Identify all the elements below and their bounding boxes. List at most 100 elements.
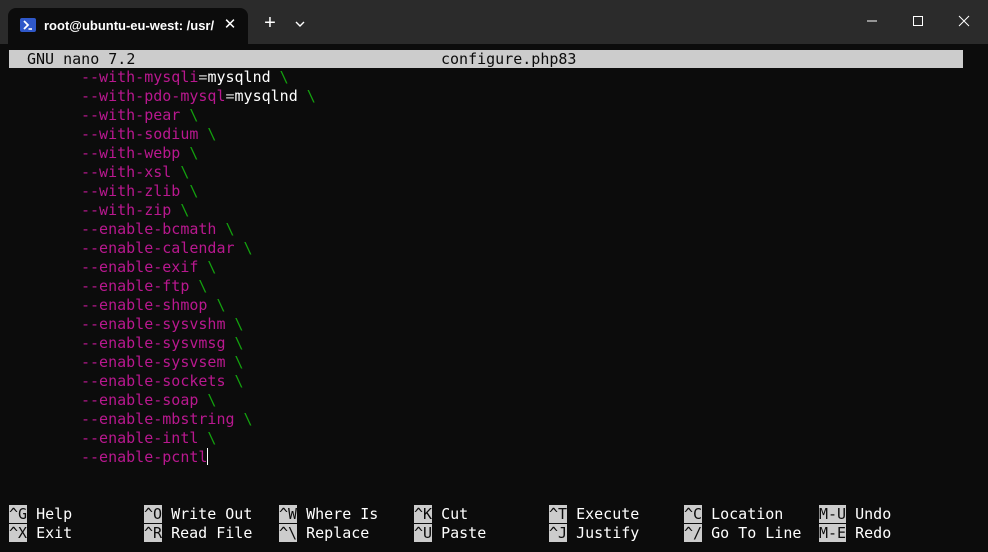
minimize-button[interactable]	[850, 6, 894, 36]
config-option: --enable-sockets	[81, 372, 226, 390]
shortcut-label: Where Is	[306, 505, 379, 523]
code-line[interactable]: --with-zlib \	[81, 182, 198, 201]
shortcut-justify[interactable]: ^J Justify	[549, 524, 639, 543]
config-option: --enable-sysvmsg	[81, 334, 226, 352]
config-option: --enable-intl	[81, 429, 199, 447]
tab-close-icon[interactable]: ✕	[222, 16, 238, 34]
shortcut-exit[interactable]: ^X Exit	[9, 524, 72, 543]
shortcut-key: ^R	[144, 524, 163, 542]
close-button[interactable]	[942, 6, 986, 36]
chevron-down-icon[interactable]	[288, 12, 312, 36]
line-continuation: \	[180, 182, 199, 200]
shortcut-key: ^/	[684, 524, 703, 542]
shortcut-label: Exit	[36, 524, 73, 542]
config-option: --with-xsl	[81, 163, 172, 181]
window-titlebar: root@ubuntu-eu-west: /usr/lo ✕ +	[0, 0, 988, 44]
line-continuation: \	[216, 220, 235, 238]
shortcut-redo[interactable]: M-E Redo	[819, 524, 891, 543]
code-line[interactable]: --enable-soap \	[81, 391, 216, 410]
shortcut-label: Write Out	[171, 505, 253, 523]
code-line[interactable]: --enable-calendar \	[81, 239, 253, 258]
line-continuation: \	[225, 334, 244, 352]
config-option: --with-zlib	[81, 182, 181, 200]
shortcut-where-is[interactable]: ^W Where Is	[279, 505, 378, 524]
maximize-icon	[913, 16, 923, 26]
code-line[interactable]: --enable-exif \	[81, 258, 216, 277]
config-option: --with-pear	[81, 106, 181, 124]
option-value: mysqlnd	[207, 68, 271, 86]
config-option: --enable-soap	[81, 391, 199, 409]
shortcut-key: ^U	[414, 524, 433, 542]
line-continuation: \	[189, 277, 208, 295]
config-option: --enable-shmop	[81, 296, 208, 314]
maximize-button[interactable]	[896, 6, 940, 36]
shortcut-cut[interactable]: ^K Cut	[414, 505, 468, 524]
code-line[interactable]: --with-pdo-mysql=mysqlnd \	[81, 87, 316, 106]
shortcut-key: ^C	[684, 505, 703, 523]
shortcut-key: ^T	[549, 505, 568, 523]
config-option: --with-zip	[81, 201, 172, 219]
line-continuation: \	[198, 391, 217, 409]
line-continuation: \	[198, 429, 217, 447]
line-continuation: \	[297, 87, 316, 105]
shortcut-key: ^W	[279, 505, 298, 523]
code-line[interactable]: --with-webp \	[81, 144, 198, 163]
code-line[interactable]: --enable-pcntl	[81, 448, 209, 467]
equals-sign: =	[225, 87, 235, 105]
code-line[interactable]: --enable-bcmath \	[81, 220, 235, 239]
minimize-icon	[867, 20, 877, 22]
shortcut-location[interactable]: ^C Location	[684, 505, 783, 524]
code-line[interactable]: --enable-mbstring \	[81, 410, 253, 429]
config-option: --enable-mbstring	[81, 410, 235, 428]
code-line[interactable]: --enable-sysvmsg \	[81, 334, 244, 353]
line-continuation: \	[225, 315, 244, 333]
shortcut-key: ^G	[9, 505, 28, 523]
shortcut-execute[interactable]: ^T Execute	[549, 505, 639, 524]
tab-title: root@ubuntu-eu-west: /usr/lo	[44, 18, 214, 33]
shortcut-key: ^X	[9, 524, 28, 542]
code-line[interactable]: --with-pear \	[81, 106, 198, 125]
shortcut-undo[interactable]: M-U Undo	[819, 505, 891, 524]
config-option: --enable-calendar	[81, 239, 235, 257]
config-option: --enable-pcntl	[81, 448, 208, 466]
line-continuation: \	[180, 106, 199, 124]
line-continuation: \	[207, 296, 226, 314]
code-line[interactable]: --with-zip \	[81, 201, 189, 220]
shortcut-label: Read File	[171, 524, 253, 542]
shortcut-help[interactable]: ^G Help	[9, 505, 72, 524]
code-line[interactable]: --enable-shmop \	[81, 296, 226, 315]
shortcut-go-to-line[interactable]: ^/ Go To Line	[684, 524, 801, 543]
config-option: --enable-exif	[81, 258, 199, 276]
config-option: --enable-sysvsem	[81, 353, 226, 371]
code-line[interactable]: --enable-sockets \	[81, 372, 244, 391]
line-continuation: \	[198, 258, 217, 276]
code-line[interactable]: --with-xsl \	[81, 163, 189, 182]
shortcut-write-out[interactable]: ^O Write Out	[144, 505, 252, 524]
shortcut-read-file[interactable]: ^R Read File	[144, 524, 252, 543]
close-icon	[958, 15, 970, 27]
code-line[interactable]: --enable-sysvsem \	[81, 353, 244, 372]
config-option: --with-webp	[81, 144, 181, 162]
code-line[interactable]: --enable-sysvshm \	[81, 315, 244, 334]
line-continuation: \	[171, 201, 190, 219]
shortcut-label: Justify	[576, 524, 640, 542]
shortcut-label: Go To Line	[711, 524, 802, 542]
option-value: mysqlnd	[234, 87, 298, 105]
terminal-tab[interactable]: root@ubuntu-eu-west: /usr/lo ✕	[8, 8, 248, 44]
shortcut-key: M-E	[819, 524, 847, 542]
shortcut-label: Cut	[441, 505, 469, 523]
shortcut-label: Execute	[576, 505, 640, 523]
shortcut-key: ^O	[144, 505, 163, 523]
line-continuation: \	[234, 410, 253, 428]
config-option: --enable-sysvshm	[81, 315, 226, 333]
code-line[interactable]: --enable-ftp \	[81, 277, 207, 296]
shortcut-label: Replace	[306, 524, 370, 542]
code-line[interactable]: --with-sodium \	[81, 125, 216, 144]
shortcut-paste[interactable]: ^U Paste	[414, 524, 486, 543]
nano-header-bar: GNU nano 7.2 configure.php83	[9, 50, 963, 68]
code-line[interactable]: --with-mysqli=mysqlnd \	[81, 68, 289, 87]
shortcut-replace[interactable]: ^\ Replace	[279, 524, 369, 543]
code-line[interactable]: --enable-intl \	[81, 429, 216, 448]
nano-filename: configure.php83	[441, 50, 577, 68]
new-tab-button[interactable]: +	[258, 12, 282, 36]
